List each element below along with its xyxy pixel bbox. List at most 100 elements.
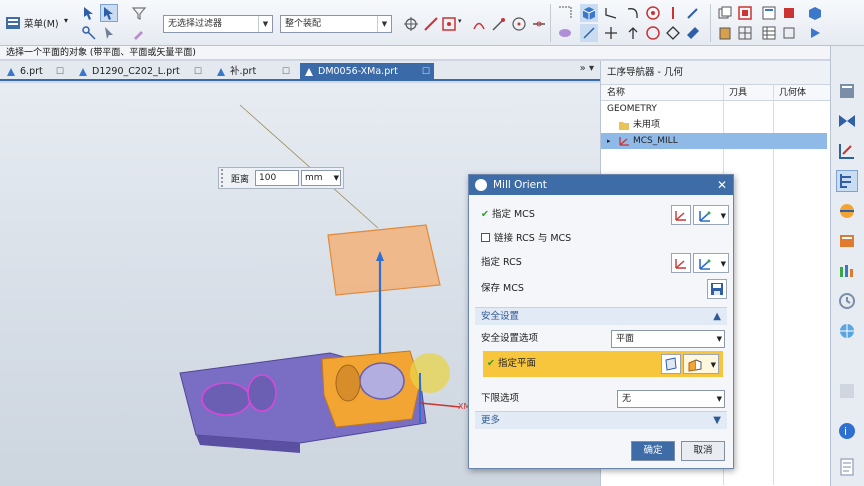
orient-icon[interactable] <box>556 24 574 42</box>
tab-part-1[interactable]: 6.prt ☐ <box>2 63 68 81</box>
web-browser-icon[interactable] <box>836 320 858 342</box>
visual-report-icon[interactable] <box>836 380 858 402</box>
shaded-cube-icon[interactable] <box>580 4 598 22</box>
unit-select[interactable]: mm ▼ <box>301 170 341 186</box>
filter-icon[interactable] <box>130 4 148 22</box>
pointer-icon[interactable] <box>100 24 118 42</box>
pencil-icon[interactable] <box>684 4 702 22</box>
tab-part-3[interactable]: 补.prt ☐ <box>212 63 294 81</box>
table-icon[interactable] <box>760 24 778 42</box>
tree-row-mcs-mill[interactable]: ▸ MCS_MILL <box>601 133 827 149</box>
link-rcs-checkbox[interactable] <box>481 233 490 242</box>
lower-limit-select[interactable]: 无 ▼ <box>617 390 725 408</box>
constraint-navigator-icon[interactable] <box>836 110 858 132</box>
circle-icon[interactable] <box>644 24 662 42</box>
safety-settings-group[interactable]: 安全设置 ▲ <box>475 307 727 325</box>
center-point-icon[interactable] <box>510 15 528 33</box>
history-icon[interactable] <box>836 290 858 312</box>
close-icon[interactable]: ✕ <box>717 175 727 195</box>
csys-icon <box>675 211 686 221</box>
end-point-icon[interactable] <box>490 15 508 33</box>
collapse-chevron-icon[interactable]: ▲ <box>713 308 721 326</box>
point-snap-icon[interactable] <box>422 15 440 33</box>
snap-dropdown-icon[interactable]: ▾ <box>458 17 462 25</box>
more-group[interactable]: 更多 ▼ <box>475 411 727 429</box>
selection-filter-select[interactable]: 无选择过滤器 ▼ <box>163 15 273 33</box>
expand-chevron-icon[interactable]: ▼ <box>713 412 721 430</box>
snap-icon[interactable] <box>80 24 98 42</box>
box-icon[interactable] <box>780 24 798 42</box>
rcs-csys-dialog-button[interactable] <box>671 253 691 273</box>
grid-icon[interactable] <box>736 24 754 42</box>
cancel-button[interactable]: 取消 <box>681 441 725 461</box>
specify-plane-row[interactable]: ✔ 指定平面 ▼ <box>483 351 723 377</box>
distance-value-input[interactable]: 100 <box>255 170 299 186</box>
operation-navigator-icon[interactable] <box>836 170 858 192</box>
tree-row-geometry[interactable]: GEOMETRY <box>601 101 830 117</box>
app-menu-icon[interactable] <box>4 14 22 32</box>
column-geometry[interactable]: 几何体 <box>779 85 806 101</box>
layer-icon[interactable] <box>780 4 798 22</box>
diamond-icon[interactable] <box>664 24 682 42</box>
pin-icon[interactable]: ☐ <box>56 63 64 81</box>
frame-red-icon[interactable] <box>736 4 754 22</box>
arrow-up-icon[interactable] <box>624 24 642 42</box>
circle-target-icon[interactable] <box>644 4 662 22</box>
tree-row-unused[interactable]: 未用项 <box>601 117 830 133</box>
tangent-icon[interactable] <box>530 15 548 33</box>
tabs-overflow-button[interactable]: » ▾ <box>580 63 594 74</box>
dialog-title-bar[interactable]: Mill Orient ✕ <box>469 175 733 195</box>
tab-part-active[interactable]: DM0056-XMa.prt ☐ <box>300 63 434 81</box>
menu-dropdown-icon[interactable]: ▾ <box>64 16 68 25</box>
library-icon[interactable] <box>836 230 858 252</box>
expand-icon[interactable]: ▸ <box>607 133 611 149</box>
safety-option-select[interactable]: 平面 ▼ <box>611 330 725 348</box>
resource-navigator-icon[interactable] <box>836 80 858 102</box>
help-icon[interactable]: i <box>836 420 858 442</box>
link-rcs-mcs-row[interactable]: 链接 RCS 与 MCS <box>475 227 727 251</box>
tab-part-2[interactable]: D1290_C202_L.prt ☐ <box>74 63 206 81</box>
plane-type-dropdown[interactable]: ▼ <box>683 354 719 374</box>
distance-input-panel: 距离 100 mm ▼ <box>218 167 344 189</box>
ok-button[interactable]: 确定 <box>631 441 675 461</box>
view-frame-icon[interactable] <box>556 4 574 22</box>
pin-icon[interactable]: ☐ <box>422 63 430 81</box>
polyline-icon[interactable] <box>664 4 682 22</box>
snap-options-icon[interactable] <box>440 15 458 33</box>
paste-icon[interactable] <box>716 24 734 42</box>
column-tool[interactable]: 刀具 <box>729 85 747 101</box>
csys-dialog-button[interactable] <box>671 205 691 225</box>
plane-dialog-button[interactable] <box>661 354 681 374</box>
play-icon[interactable] <box>806 24 824 42</box>
rcs-orient-dropdown[interactable]: ▼ <box>693 253 729 273</box>
cursor-location-icon[interactable] <box>402 15 420 33</box>
machine-navigator-icon[interactable] <box>836 200 858 222</box>
safety-option-row: 安全设置选项 平面 ▼ <box>475 327 727 351</box>
safety-plane[interactable] <box>327 224 441 296</box>
select-filter-icon[interactable] <box>100 4 118 22</box>
drag-handle[interactable] <box>221 169 227 187</box>
menu-button[interactable]: 菜单(M) <box>24 16 59 30</box>
document-icon[interactable] <box>836 456 858 478</box>
arc-icon[interactable] <box>624 4 642 22</box>
copy-icon[interactable] <box>716 4 734 22</box>
column-name[interactable]: 名称 <box>607 85 625 101</box>
save-mcs-button[interactable] <box>707 279 727 299</box>
select-icon[interactable] <box>80 4 98 22</box>
line-icon[interactable] <box>580 24 598 42</box>
pin-icon[interactable]: ☐ <box>282 63 290 81</box>
sheet-icon[interactable] <box>760 4 778 22</box>
curve-icon[interactable] <box>602 4 620 22</box>
fill-icon[interactable] <box>684 24 702 42</box>
distance-label: 距离 <box>231 174 250 185</box>
brush-icon[interactable] <box>130 24 148 42</box>
selection-scope-select[interactable]: 整个装配 ▼ <box>280 15 392 33</box>
pin-icon[interactable]: ☐ <box>194 63 202 81</box>
tool-navigator-icon[interactable] <box>836 140 858 162</box>
roles-icon[interactable] <box>836 260 858 282</box>
solid-cube-icon[interactable] <box>806 4 824 22</box>
cross-icon[interactable] <box>602 24 620 42</box>
arc-snap-icon[interactable] <box>470 15 488 33</box>
mcs-orient-dropdown[interactable]: ▼ <box>693 205 729 225</box>
plane-icon <box>665 357 677 371</box>
